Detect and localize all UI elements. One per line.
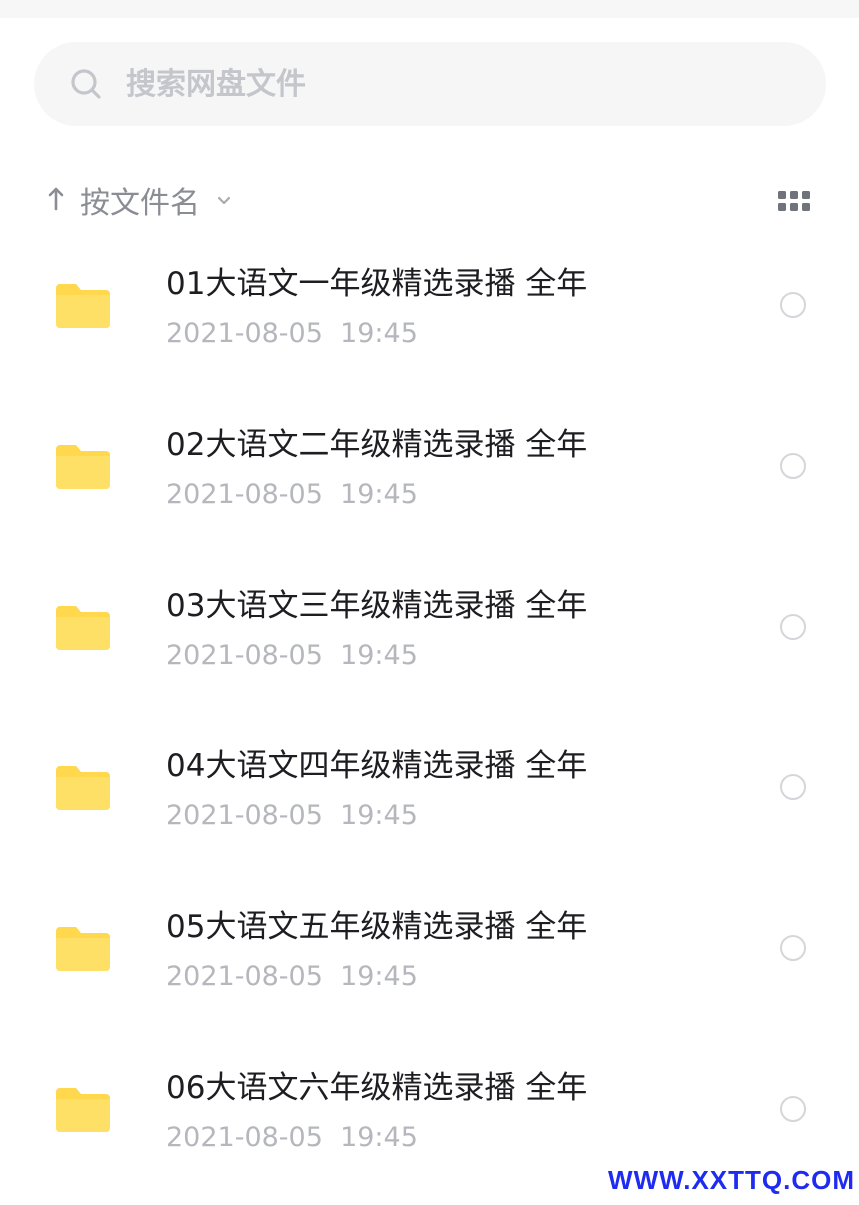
select-checkbox[interactable] [780, 292, 806, 318]
folder-icon [56, 444, 110, 489]
watermark-text: WWW.XXTTQ.COM [608, 1165, 855, 1195]
folder-icon [56, 927, 110, 972]
status-bar-strip [0, 0, 859, 18]
folder-icon [56, 605, 110, 650]
file-date: 2021-08-05 19:45 [166, 1121, 418, 1153]
folder-icon [56, 284, 110, 328]
search-icon [71, 69, 101, 99]
search-bar[interactable] [34, 42, 826, 126]
file-name: 01大语文一年级精选录播 全年 [166, 266, 588, 302]
folder-icon [56, 766, 110, 811]
file-name: 06大语文六年级精选录播 全年 [166, 1069, 588, 1106]
file-date: 2021-08-05 19:45 [166, 478, 418, 510]
file-row[interactable]: 01大语文一年级精选录播 全年 2021-08-05 19:45 [0, 240, 859, 401]
file-row[interactable]: 05大语文五年级精选录播 全年 2021-08-05 19:45 [0, 883, 859, 1044]
select-checkbox[interactable] [780, 452, 806, 479]
file-row[interactable]: 03大语文三年级精选录播 全年 2021-08-05 19:45 [0, 562, 859, 723]
file-row[interactable]: 02大语文二年级精选录播 全年 2021-08-05 19:45 [0, 401, 859, 562]
select-checkbox[interactable] [780, 1095, 806, 1122]
file-date: 2021-08-05 19:45 [166, 800, 418, 832]
folder-icon [56, 1087, 110, 1132]
file-name: 04大语文四年级精选录播 全年 [166, 748, 588, 785]
file-name: 05大语文五年级精选录播 全年 [166, 909, 588, 946]
sort-arrow-up-icon [48, 187, 64, 211]
sort-label: 按文件名 [80, 186, 200, 221]
file-date: 2021-08-05 19:45 [166, 961, 418, 993]
file-list: 01大语文一年级精选录播 全年 2021-08-05 19:45 02大语文二年… [0, 240, 859, 1205]
select-checkbox[interactable] [780, 613, 806, 640]
select-checkbox[interactable] [780, 774, 806, 801]
file-date: 2021-08-05 19:45 [166, 318, 418, 349]
file-row[interactable]: 04大语文四年级精选录播 全年 2021-08-05 19:45 [0, 722, 859, 883]
file-name: 03大语文三年级精选录播 全年 [166, 587, 588, 624]
select-checkbox[interactable] [780, 935, 806, 962]
chevron-down-icon [217, 196, 231, 205]
file-name: 02大语文二年级精选录播 全年 [166, 426, 588, 463]
search-input[interactable] [126, 66, 766, 102]
grid-view-icon[interactable] [778, 190, 810, 212]
sort-selector[interactable]: 按文件名 [46, 178, 234, 222]
file-date: 2021-08-05 19:45 [166, 639, 418, 671]
